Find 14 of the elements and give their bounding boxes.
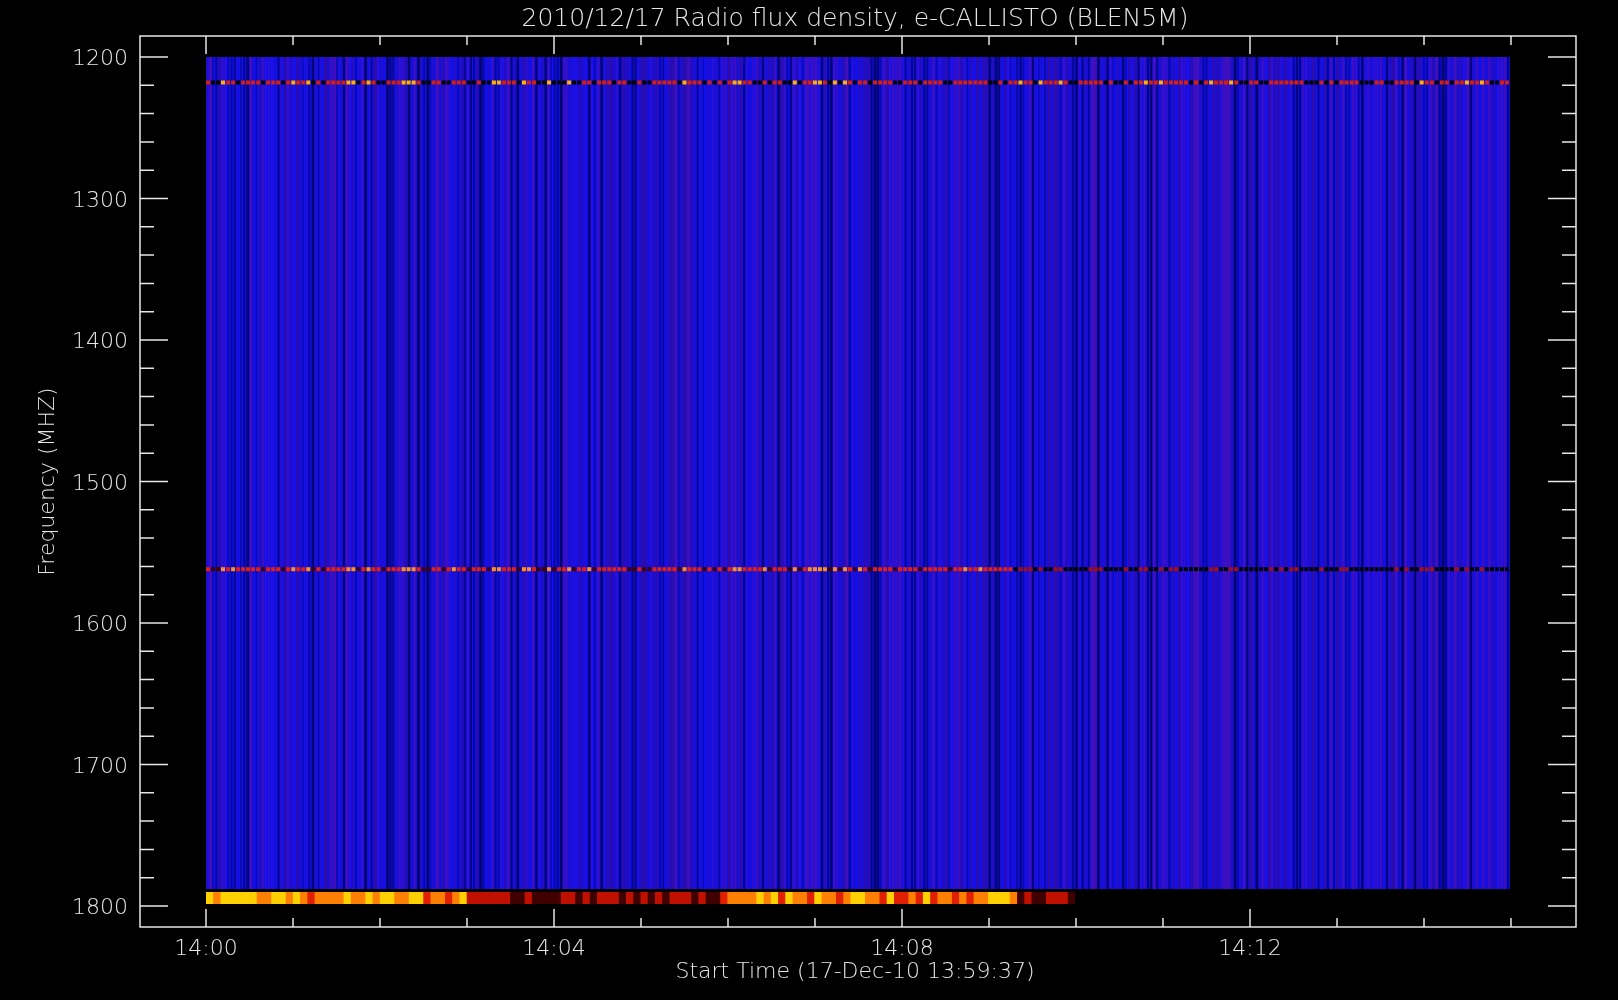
tick-label: 1300 bbox=[72, 186, 128, 212]
tick-label: 1400 bbox=[72, 328, 128, 353]
tick-label: 14:00 bbox=[174, 935, 238, 960]
tick-label: 1600 bbox=[72, 611, 128, 636]
axis-label: Start Time (17-Dec-10 13:59:37) bbox=[675, 958, 1035, 983]
tick-label: 14:04 bbox=[522, 935, 586, 960]
tick-label: 1500 bbox=[72, 469, 128, 495]
tick-label: 1800 bbox=[72, 894, 128, 919]
tick-label: 1200 bbox=[72, 45, 128, 70]
tick-label: 14:08 bbox=[870, 935, 934, 960]
chart-title: 2010/12/17 Radio flux density, e-CALLISTO (BLEN5M) bbox=[521, 3, 1189, 32]
tick-label: 14:12 bbox=[1218, 935, 1282, 960]
tick-label: 1700 bbox=[72, 752, 128, 778]
axis-label: Frequency (MHZ) bbox=[34, 387, 59, 576]
